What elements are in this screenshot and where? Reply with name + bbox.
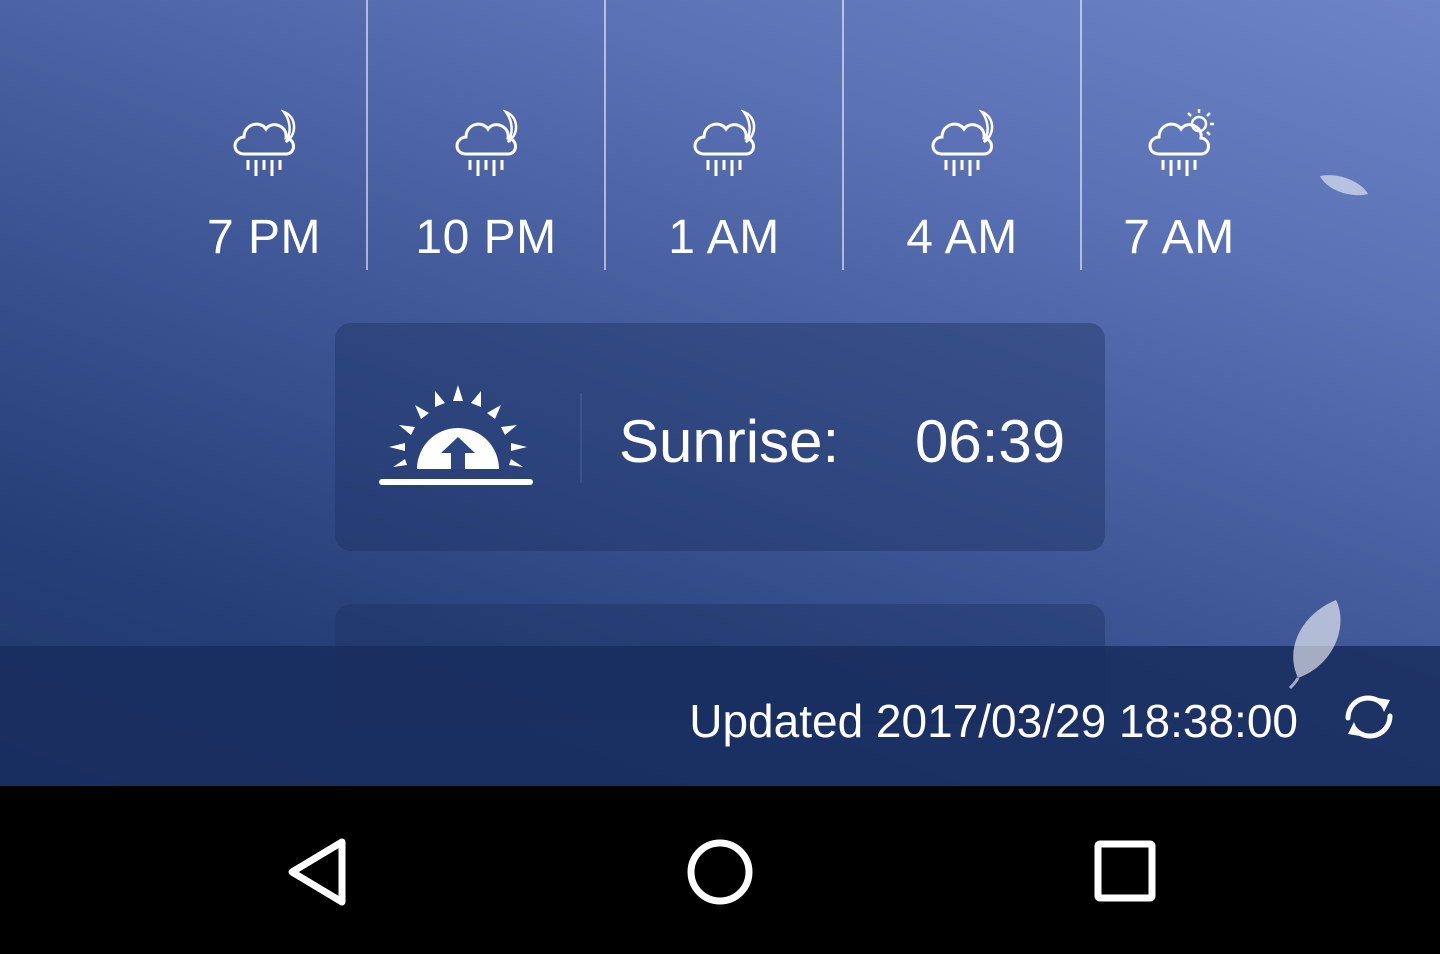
rain-night-icon: [931, 109, 994, 176]
rain-night-icon: [455, 109, 518, 176]
updated-timestamp: Updated 2017/03/29 18:38:00: [689, 695, 1298, 747]
hour-forecast-item[interactable]: 7 PM: [145, 0, 383, 270]
rain-day-icon: [1148, 109, 1214, 176]
hour-forecast-item[interactable]: 1 AM: [605, 0, 843, 270]
sunrise-card: Sunrise: 06:39: [335, 323, 1105, 551]
sunrise-icon: [379, 385, 533, 485]
card-separator: [580, 393, 582, 483]
recent-apps-icon[interactable]: [1088, 836, 1160, 908]
weather-screen: 7 PM 10 PM 1 AM 4 AM 7 AM Sunrise: 06:39…: [0, 0, 1440, 786]
sunrise-time: 06:39: [915, 408, 1066, 475]
back-icon[interactable]: [282, 836, 354, 908]
hour-forecast-item[interactable]: 4 AM: [843, 0, 1081, 270]
rain-night-icon: [233, 109, 296, 176]
hour-label: 7 AM: [1123, 211, 1235, 264]
hour-forecast-item[interactable]: 7 AM: [1060, 0, 1298, 270]
hourly-forecast: 7 PM 10 PM 1 AM 4 AM 7 AM: [0, 0, 1440, 270]
hour-label: 4 AM: [906, 211, 1018, 264]
refresh-icon[interactable]: [1338, 694, 1400, 740]
leaf-icon: [1288, 600, 1341, 690]
hour-label: 7 PM: [206, 211, 322, 264]
leaf-icon: [1320, 175, 1368, 196]
hour-label: 10 PM: [415, 211, 557, 264]
sunrise-label: Sunrise:: [619, 408, 840, 475]
hour-label: 1 AM: [668, 211, 780, 264]
home-icon[interactable]: [684, 836, 756, 908]
hour-forecast-item[interactable]: 10 PM: [367, 0, 605, 270]
rain-night-icon: [693, 109, 756, 176]
